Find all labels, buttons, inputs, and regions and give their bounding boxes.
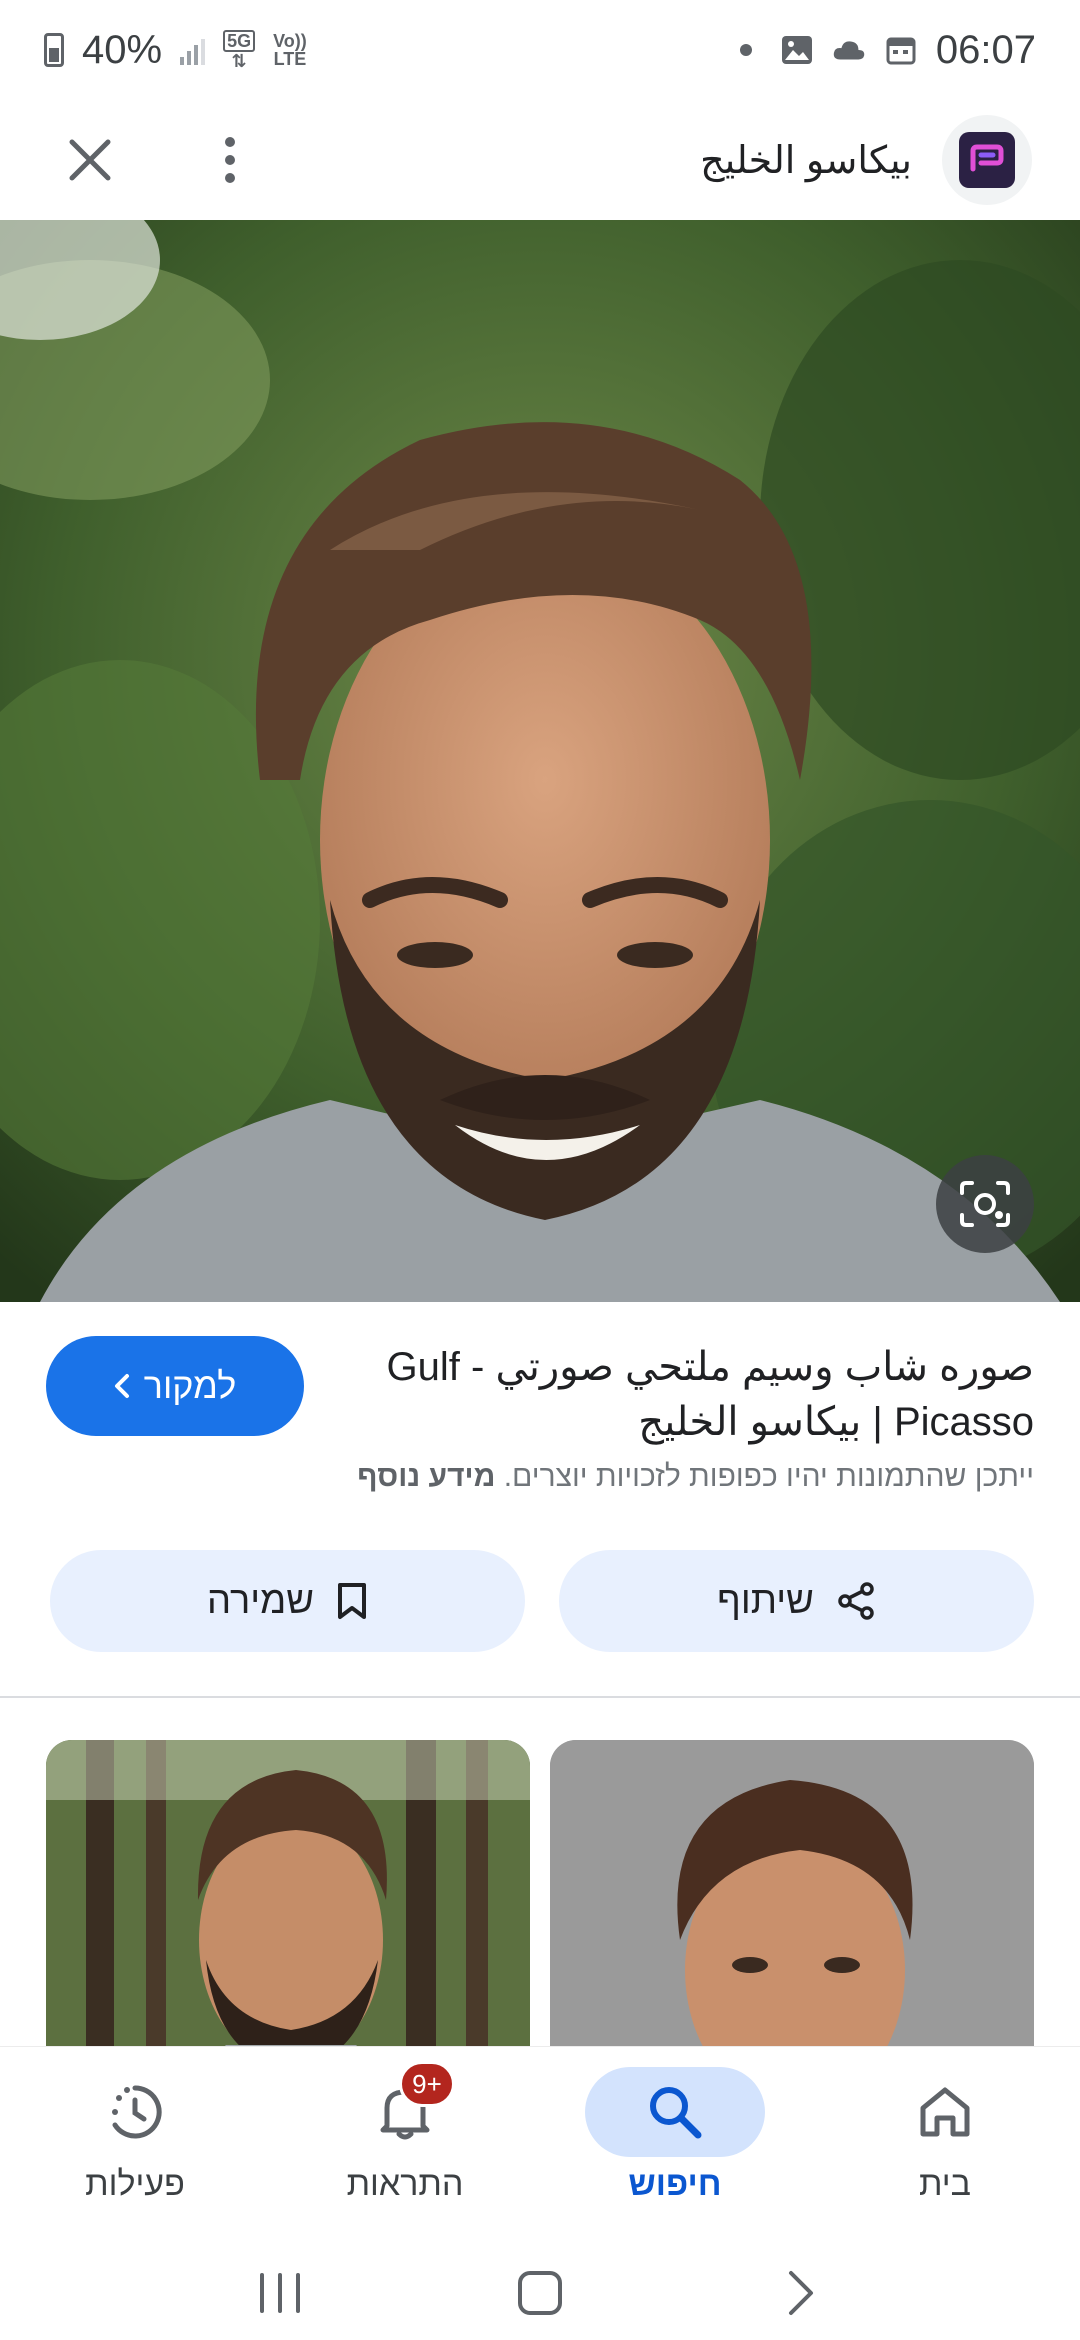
lens-search-button[interactable] [936,1155,1034,1253]
volte-label-bottom: LTE [273,49,307,69]
search-icon [650,2087,702,2139]
save-label: שמירה [207,1579,314,1622]
home-square-icon [518,2271,562,2315]
back-system-button[interactable] [755,2258,845,2328]
share-label: שיתוף [717,1579,814,1622]
status-bar: 40% 5G ⇅ Vo)) LTE 06:07 [0,0,1080,100]
cloud-icon [832,35,866,65]
chevron-right-icon [789,2271,813,2315]
related-portrait-studio [550,1740,1034,2070]
nav-search[interactable]: חיפוש [540,2047,810,2246]
related-image-thumb[interactable] [46,1740,530,2070]
visit-source-label: למקור [143,1365,237,1406]
network-type-icon: 5G ⇅ [223,30,256,71]
gallery-icon [780,35,814,65]
related-portrait-forest [46,1740,530,2070]
close-button[interactable] [60,130,120,190]
status-left: 40% 5G ⇅ Vo)) LTE [44,28,307,73]
site-logo-icon [959,132,1015,188]
clock: 06:07 [935,27,1036,72]
site-favicon [942,115,1032,205]
viewer-header: بيكاسو الخليج [0,100,1080,220]
nav-notifications-pill: 9+ [315,2061,495,2157]
share-button[interactable]: שיתוף [559,1550,1034,1652]
nav-activity-label: פעילות [85,2165,185,2203]
more-info-link[interactable]: מידע נוסף [357,1460,495,1493]
recent-apps-icon [260,2273,300,2313]
share-icon [838,1582,874,1620]
battery-level: 40% [82,27,163,72]
save-button[interactable]: שמירה [50,1550,525,1652]
main-image[interactable] [0,220,1080,1302]
related-images-grid [0,1740,1080,2070]
section-divider [0,1696,1080,1698]
network-label: 5G [223,30,256,52]
site-attribution[interactable]: بيكاسو الخليج [700,115,1032,205]
battery-icon [44,33,64,67]
notification-count-badge: 9+ [399,2061,455,2107]
home-system-button[interactable] [495,2258,585,2328]
recent-apps-button[interactable] [235,2258,325,2328]
notification-dot-icon [739,44,752,56]
calendar-icon [884,35,918,65]
chevron-left-icon [114,1374,129,1398]
nav-search-label: חיפוש [628,2165,722,2203]
nav-home-pill [855,2067,1035,2157]
data-arrows-icon: ⇅ [231,51,247,71]
nav-home[interactable]: בית [810,2047,1080,2246]
result-title[interactable]: صوره شاب وسيم ملتحي صورتي - Gulf Picasso… [334,1340,1034,1450]
nav-home-label: בית [919,2165,971,2203]
more-vert-icon [225,137,235,183]
nav-activity-pill [45,2067,225,2157]
volte-icon: Vo)) LTE [273,32,307,68]
activity-icon [112,2085,162,2139]
related-image-thumb[interactable] [550,1740,1034,2070]
lens-camera-icon [960,1181,1010,1227]
action-buttons: שמירה שיתוף [50,1550,1034,1652]
status-right: 06:07 [739,27,1036,73]
system-navigation-bar [0,2246,1080,2340]
signal-icon [180,35,206,65]
portrait-image [0,220,1080,1302]
nav-activity[interactable]: פעילות [0,2047,270,2246]
bottom-navigation: פעילות 9+ התראות חיפוש בית [0,2046,1080,2246]
nav-search-pill [585,2067,765,2157]
site-name: بيكاسو الخليج [700,139,912,182]
nav-notifications-label: התראות [346,2165,464,2203]
header-actions [60,130,250,190]
volte-label-top: Vo)) [273,31,307,51]
close-icon [69,139,111,181]
more-options-button[interactable] [210,130,250,190]
visit-source-button[interactable]: למקור [46,1336,304,1436]
copyright-text: ייתכן שהתמונות יהיו כפופות לזכויות יוצרי… [503,1460,1034,1493]
home-icon [920,2087,970,2137]
bookmark-icon [337,1583,366,1619]
nav-notifications[interactable]: 9+ התראות [270,2047,540,2246]
copyright-notice: ייתכן שהתמונות יהיו כפופות לזכויות יוצרי… [54,1460,1034,1494]
